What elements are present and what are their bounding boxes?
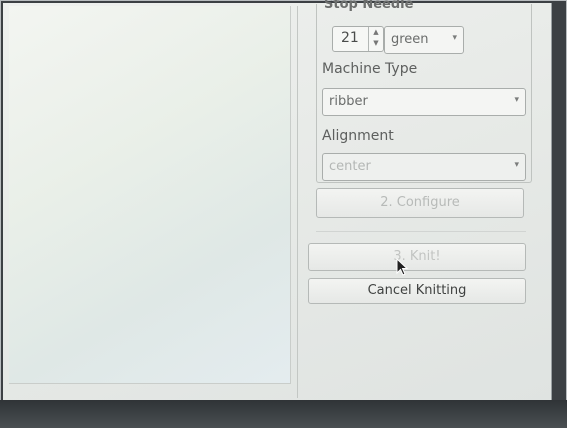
alignment-value: center [329, 159, 371, 174]
monitor-bezel [0, 400, 567, 428]
stop-needle-value: 21 [341, 30, 359, 46]
stop-needle-label: Stop Needle [324, 0, 414, 12]
stop-needle-color-value: green [391, 32, 429, 47]
separator [316, 231, 526, 232]
machine-type-value: ribber [329, 94, 368, 109]
machine-type-label: Machine Type [322, 61, 418, 77]
configure-button[interactable]: 2. Configure [316, 188, 524, 218]
machine-type-select[interactable]: ribber ▾ [322, 88, 526, 116]
stop-needle-color-select[interactable]: green ▾ [384, 26, 464, 54]
knit-button[interactable]: 3. Knit! [308, 243, 526, 271]
stop-needle-spinbox[interactable]: 21 ▲ ▼ [332, 26, 384, 52]
chevron-down-icon: ▾ [452, 33, 457, 43]
settings-panel: Stop Needle 21 ▲ ▼ green ▾ Machine Type … [297, 0, 544, 398]
alignment-select[interactable]: center ▾ [322, 153, 526, 181]
monitor-screen: Stop Needle 21 ▲ ▼ green ▾ Machine Type … [3, 0, 552, 403]
spin-down-icon[interactable]: ▼ [369, 38, 383, 49]
pattern-preview-area [9, 6, 291, 384]
cancel-knitting-button[interactable]: Cancel Knitting [308, 278, 526, 304]
chevron-down-icon: ▾ [514, 95, 519, 105]
mouse-pointer-icon [396, 258, 409, 276]
alignment-label: Alignment [322, 128, 394, 144]
chevron-down-icon: ▾ [514, 160, 519, 170]
spin-up-icon[interactable]: ▲ [369, 27, 383, 38]
spin-arrows[interactable]: ▲ ▼ [368, 27, 383, 51]
